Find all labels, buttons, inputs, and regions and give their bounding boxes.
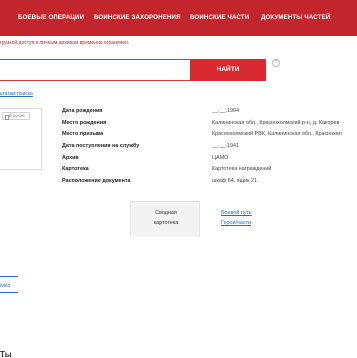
info-value: Калининская обл., Краснохолмский р-н, д.…	[212, 120, 340, 126]
info-label: Архив	[62, 155, 79, 161]
fragment-heading: Ты	[0, 350, 12, 358]
info-label: Расположение документа	[62, 178, 131, 184]
divider	[0, 292, 18, 293]
search-button[interactable]: НАЙТИ	[190, 59, 266, 81]
top-navigation-bar: БОЕВЫЕ ОПЕРАЦИИ ВОИНСКИЕ ЗАХОРОНЕНИЯ ВОИ…	[0, 0, 357, 36]
info-row-document-location: Расположение документа шкаф 64, ящик 21	[0, 178, 357, 190]
nav-item-military-burials[interactable]: ВОИНСКИЕ ЗАХОРОНЕНИЯ	[94, 14, 181, 21]
nav-item-unit-documents[interactable]: ДОКУМЕНТЫ ЧАСТЕЙ	[261, 14, 330, 21]
info-row-card-index: Картотека Картотека награждений	[0, 166, 357, 178]
info-value: Картотека награждений	[212, 166, 272, 172]
tab-label-line1: Сводная	[155, 210, 177, 216]
info-value: __.__.1941	[212, 143, 239, 149]
nav-item-military-units[interactable]: ВОИНСКИЕ ЧАСТИ	[190, 14, 249, 21]
info-label: Место призыва	[62, 131, 104, 137]
tab-battle-path[interactable]: Боевой путь	[221, 210, 252, 216]
info-value: __.__.1904	[212, 108, 239, 114]
tab-summary-card[interactable]: Сводная картотека	[130, 201, 200, 237]
help-icon[interactable]: ?	[272, 59, 280, 67]
info-label: Дата поступления на службу	[62, 143, 140, 149]
info-label: Дата рождения	[62, 108, 103, 114]
fragment-link[interactable]: ivelo	[0, 283, 10, 289]
info-row-birth-date: Дата рождения __.__.1904	[0, 108, 357, 120]
access-notice: грузкой доступ к личным архивам временно…	[0, 40, 130, 46]
info-label: Место рождения	[62, 120, 107, 126]
search-input[interactable]	[0, 59, 191, 81]
info-row-draft-place: Место призыва Краснохолмский РВК, Калини…	[0, 131, 357, 143]
tab-heroes-of-unit[interactable]: Герои/части	[221, 220, 251, 226]
back-to-results-link[interactable]: ьтатам поиска	[0, 91, 33, 97]
info-value: Краснохолмский РВК, Калининская обл., Кр…	[212, 131, 342, 137]
info-label: Картотека	[62, 166, 89, 172]
divider	[0, 276, 18, 277]
nav-item-battle-operations[interactable]: БОЕВЫЕ ОПЕРАЦИИ	[18, 14, 84, 21]
tab-label-line2: картотека	[153, 220, 179, 226]
info-row-service-date: Дата поступления на службу __.__.1941	[0, 143, 357, 155]
info-value: ЦАМО	[212, 155, 229, 161]
info-value: шкаф 64, ящик 21	[212, 178, 257, 184]
